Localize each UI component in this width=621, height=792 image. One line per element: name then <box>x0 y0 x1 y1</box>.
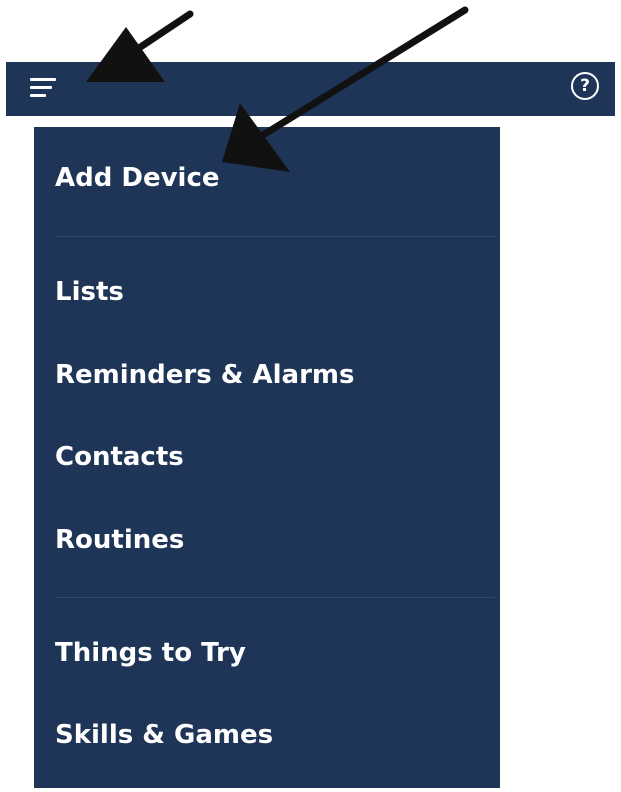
menu-divider <box>55 236 495 237</box>
menu-divider <box>55 597 495 598</box>
hamburger-menu-icon[interactable] <box>28 72 58 102</box>
menu-item-contacts[interactable]: Contacts <box>55 442 184 472</box>
hamburger-line <box>30 86 52 89</box>
hamburger-line <box>30 94 46 97</box>
hamburger-line <box>30 78 56 81</box>
menu-item-add-device[interactable]: Add Device <box>55 163 220 193</box>
menu-item-skills-games[interactable]: Skills & Games <box>55 720 273 750</box>
menu-item-things-to-try[interactable]: Things to Try <box>55 638 246 668</box>
top-app-bar: ? <box>6 62 615 116</box>
help-question-icon[interactable]: ? <box>571 72 599 100</box>
menu-item-lists[interactable]: Lists <box>55 277 124 307</box>
menu-item-reminders-alarms[interactable]: Reminders & Alarms <box>55 360 354 390</box>
menu-item-routines[interactable]: Routines <box>55 525 184 555</box>
navigation-menu: Add Device Lists Reminders & Alarms Cont… <box>34 127 500 788</box>
